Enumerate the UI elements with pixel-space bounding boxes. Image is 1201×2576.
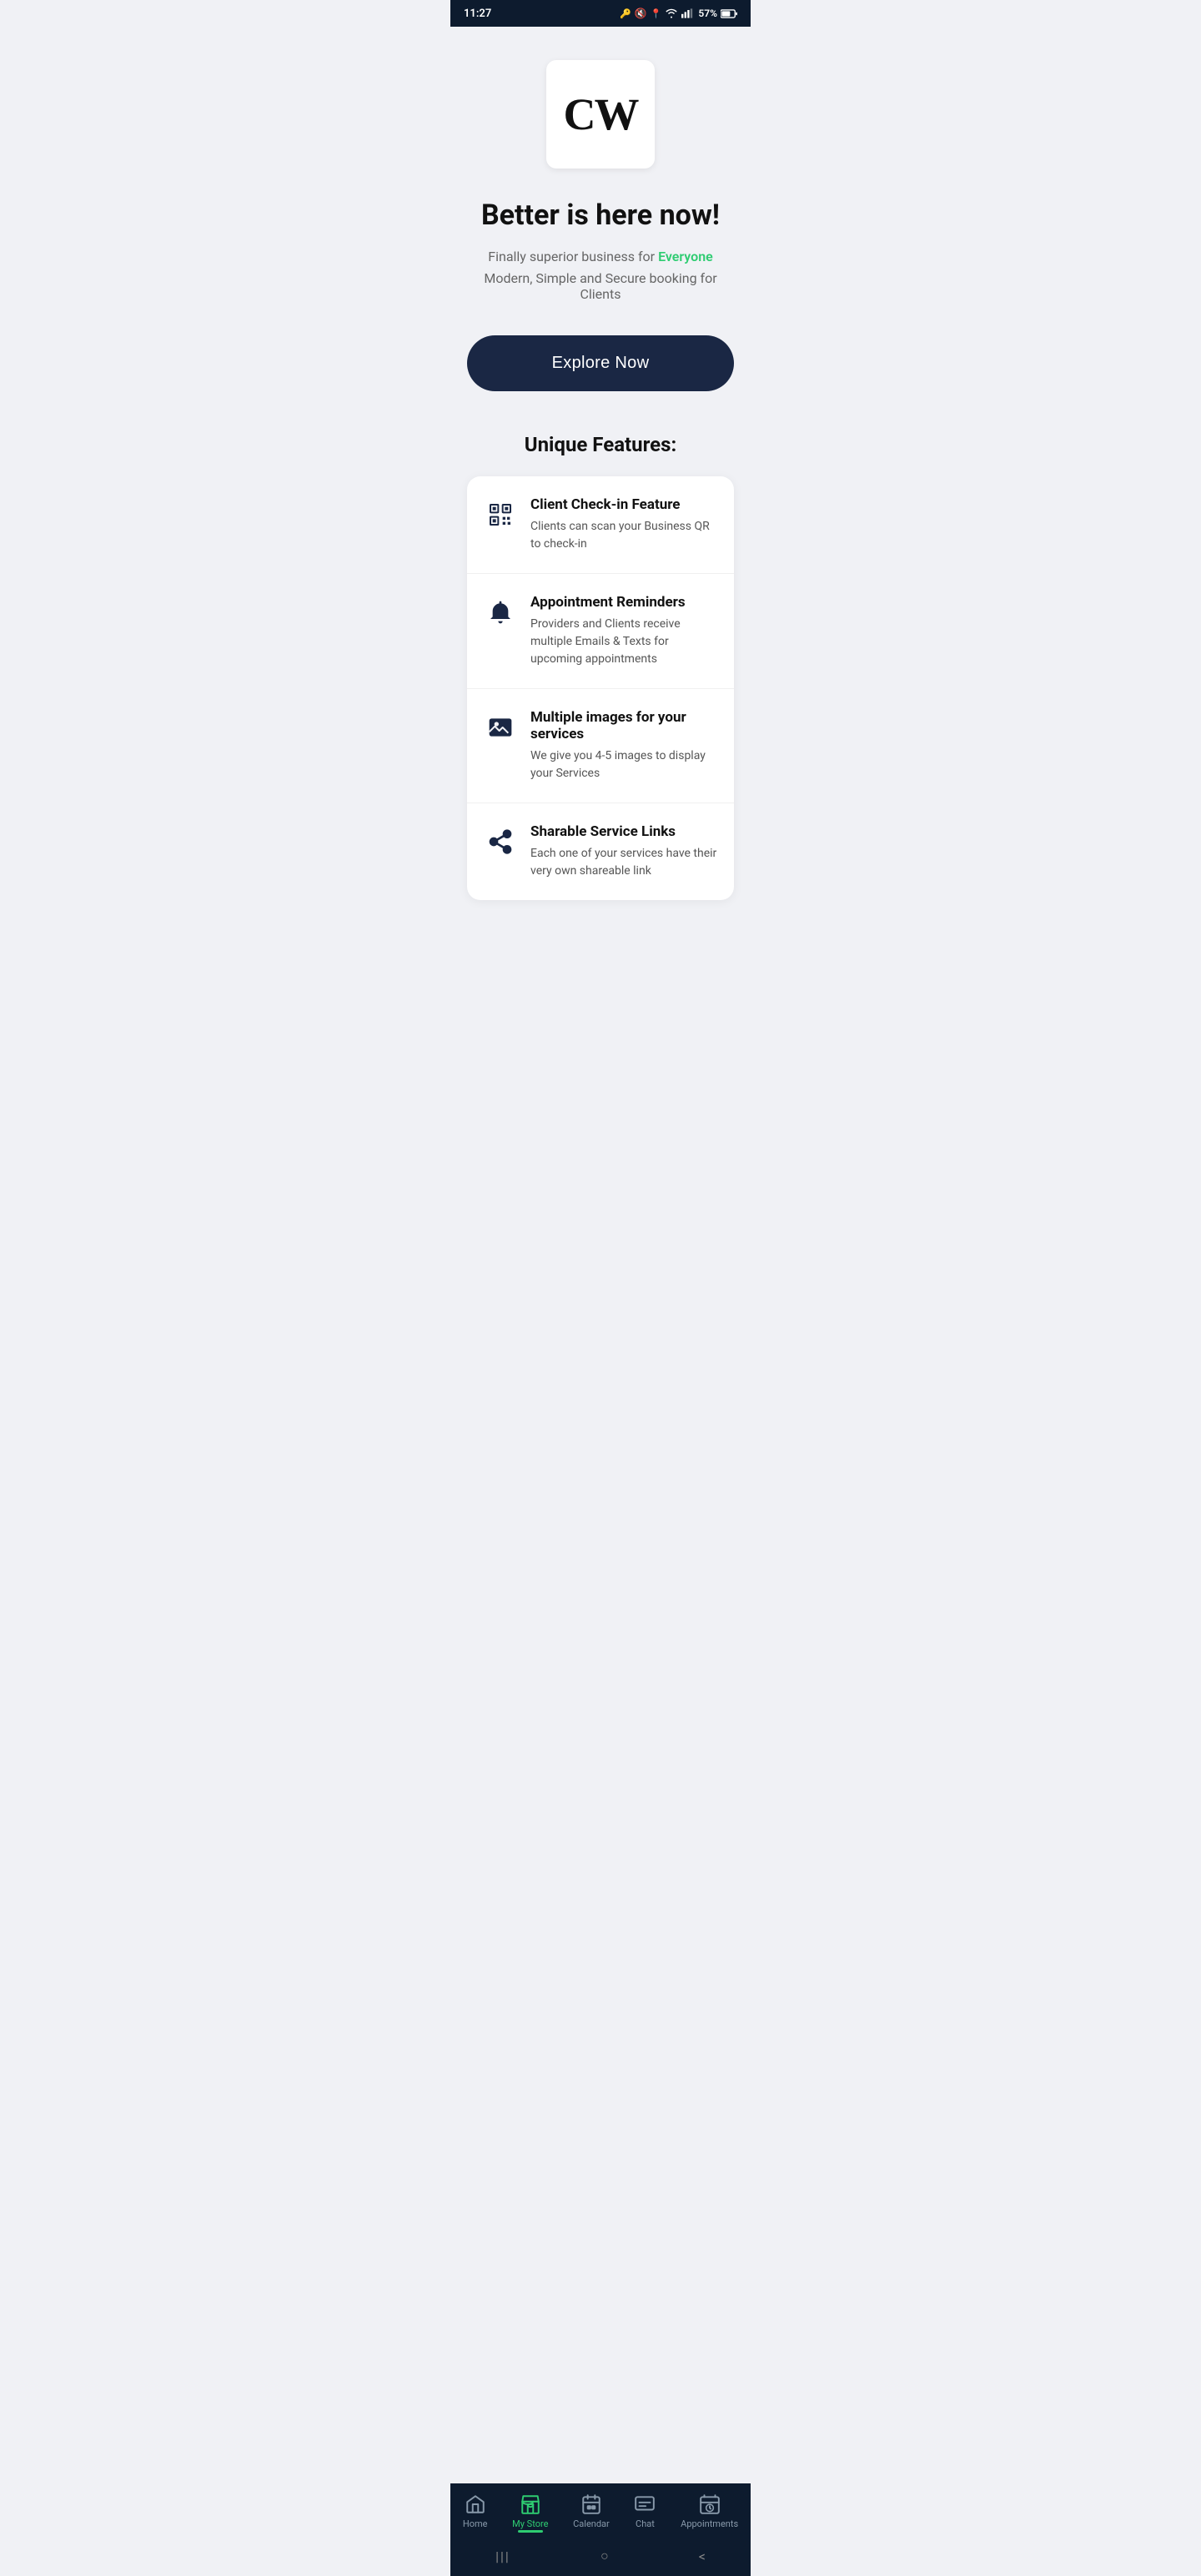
- feature-desc-share: Each one of your services have their ver…: [530, 845, 717, 880]
- nav-label-calendar: Calendar: [573, 2518, 610, 2529]
- app-logo: CW: [546, 60, 655, 169]
- hero-subtitle2: Modern, Simple and Secure booking for Cl…: [467, 270, 734, 302]
- store-icon: [520, 2493, 541, 2515]
- sys-nav-back[interactable]: <: [682, 2545, 722, 2568]
- feature-title-reminders: Appointment Reminders: [530, 594, 717, 611]
- status-icons: 🔑 🔇 📍 57%: [620, 8, 737, 19]
- bell-icon: [484, 596, 517, 629]
- wifi-icon: [665, 8, 678, 18]
- logo-text: CW: [564, 92, 638, 137]
- calendar-icon: [580, 2493, 602, 2515]
- hero-title: Better is here now!: [481, 199, 720, 233]
- battery-icon: [721, 9, 737, 18]
- feature-desc-images: We give you 4-5 images to display your S…: [530, 747, 717, 782]
- feature-title-checkin: Client Check-in Feature: [530, 496, 717, 513]
- home-icon: [465, 2493, 486, 2515]
- bottom-nav-wrapper: Home My Store Calendar: [450, 2483, 751, 2576]
- nav-item-mystore[interactable]: My Store: [505, 2493, 555, 2533]
- active-indicator: [518, 2530, 543, 2533]
- nav-label-appointments: Appointments: [681, 2518, 738, 2529]
- app-navigation: Home My Store Calendar: [450, 2483, 751, 2538]
- nav-item-calendar[interactable]: Calendar: [566, 2493, 616, 2533]
- status-time: 11:27: [464, 8, 491, 20]
- feature-desc-checkin: Clients can scan your Business QR to che…: [530, 518, 717, 553]
- feature-title-images: Multiple images for your services: [530, 709, 717, 742]
- feature-title-share: Sharable Service Links: [530, 823, 717, 840]
- feature-content-share: Sharable Service Links Each one of your …: [530, 823, 717, 880]
- hero-subtitle1-highlight: Everyone: [658, 249, 713, 264]
- sys-nav-home[interactable]: ○: [584, 2544, 626, 2568]
- system-nav: ||| ○ <: [450, 2538, 751, 2576]
- nav-label-home: Home: [463, 2518, 488, 2529]
- qr-code-icon: [484, 498, 517, 531]
- feature-content-reminders: Appointment Reminders Providers and Clie…: [530, 594, 717, 668]
- features-list: Client Check-in Feature Clients can scan…: [467, 476, 734, 900]
- key-icon: 🔑: [620, 8, 631, 19]
- main-content: CW Better is here now! Finally superior …: [450, 27, 751, 1025]
- nav-item-home[interactable]: Home: [456, 2493, 495, 2533]
- feature-desc-reminders: Providers and Clients receive multiple E…: [530, 616, 717, 668]
- nav-label-chat: Chat: [636, 2518, 655, 2529]
- chat-icon: [634, 2493, 656, 2515]
- signal-icon: [681, 8, 695, 18]
- sys-nav-recents[interactable]: |||: [479, 2545, 527, 2568]
- feature-item-reminders: Appointment Reminders Providers and Clie…: [467, 574, 734, 689]
- nav-item-chat[interactable]: Chat: [627, 2493, 662, 2533]
- hero-subtitle1: Finally superior business for Everyone: [488, 246, 712, 268]
- location-icon: 📍: [651, 8, 662, 19]
- explore-now-button[interactable]: Explore Now: [467, 335, 734, 391]
- status-bar: 11:27 🔑 🔇 📍 57%: [450, 0, 751, 27]
- feature-item-checkin: Client Check-in Feature Clients can scan…: [467, 476, 734, 574]
- appointments-icon: [699, 2493, 721, 2515]
- features-title: Unique Features:: [525, 433, 676, 456]
- battery-percent: 57%: [698, 8, 717, 19]
- feature-content-checkin: Client Check-in Feature Clients can scan…: [530, 496, 717, 553]
- nav-item-appointments[interactable]: Appointments: [674, 2493, 745, 2533]
- share-icon: [484, 825, 517, 858]
- image-icon: [484, 711, 517, 744]
- feature-content-images: Multiple images for your services We giv…: [530, 709, 717, 782]
- mute-icon: 🔇: [635, 8, 647, 19]
- feature-item-share: Sharable Service Links Each one of your …: [467, 803, 734, 900]
- feature-item-images: Multiple images for your services We giv…: [467, 689, 734, 803]
- hero-subtitle1-plain: Finally superior business for: [488, 249, 658, 264]
- nav-label-mystore: My Store: [512, 2518, 548, 2529]
